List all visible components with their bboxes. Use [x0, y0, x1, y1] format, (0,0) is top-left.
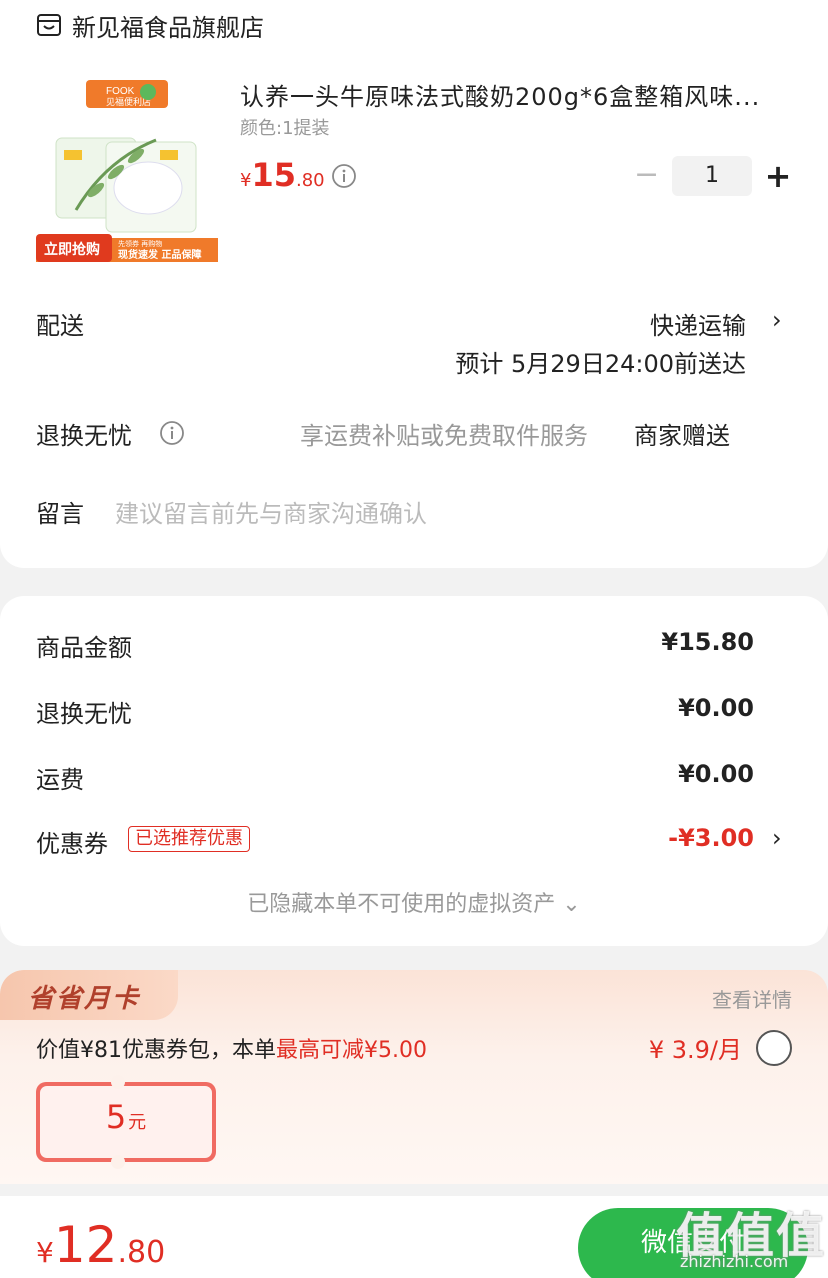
image-sub1: 先领券 再购物 [118, 239, 162, 248]
ticket-notch-bottom [111, 1155, 125, 1169]
ticket-unit: 元 [128, 1112, 147, 1133]
total-currency: ¥ [36, 1236, 54, 1269]
coupon-chevron-icon[interactable]: › [772, 824, 782, 852]
price-currency: ¥ [240, 170, 252, 191]
coupon-recommend-badge: 已选推荐优惠 [128, 826, 250, 852]
returns-info-icon[interactable] [159, 420, 185, 446]
image-cta: 立即抢购 [44, 241, 100, 258]
product-title[interactable]: 认养一头牛原味法式酸奶200g*6盒整箱风味... [240, 80, 800, 114]
delivery-method[interactable]: 快递运输 [650, 306, 746, 341]
image-sub2: 现货速发 正品保障 [118, 248, 201, 261]
note-label: 留言 [36, 500, 84, 528]
goods-amount-value: ¥15.80 [661, 628, 754, 656]
delivery-chevron-icon[interactable]: › [772, 306, 782, 334]
delivery-label: 配送 [36, 312, 84, 340]
total-price: ¥ 12 .80 [36, 1216, 165, 1274]
monthly-card-detail-link[interactable]: 查看详情 [712, 984, 792, 1013]
shop-name: 新见福食品旗舰店 [72, 13, 264, 42]
returns-label: 退换无忧 [36, 422, 132, 450]
product-thumbnail[interactable]: FOOK 见福便利店 立即抢购 先领券 再购物 现货速发 正品保障 [36, 80, 218, 262]
monthly-card-price: ¥ 3.9/月 [648, 1036, 742, 1064]
total-integer: 12 [53, 1216, 118, 1274]
store-icon [37, 14, 61, 36]
delivery-estimate: 预计 5月29日24:00前送达 [455, 350, 746, 378]
quantity-input[interactable]: 1 [672, 156, 752, 196]
hidden-assets-toggle[interactable]: 已隐藏本单不可使用的虚拟资产 ⌄ [0, 886, 828, 918]
monthly-card-title: 省省月卡 [28, 984, 141, 1014]
product-image: FOOK 见福便利店 立即抢购 先领券 再购物 现货速发 正品保障 [36, 80, 218, 262]
monthly-card-radio[interactable] [756, 1030, 792, 1066]
returns-tag: 商家赠送 [634, 422, 730, 450]
monthly-card-section: 省省月卡 查看详情 价值¥81优惠券包，本单最高可减¥5.00 ¥ 3.9/月 … [0, 970, 828, 1184]
product-variant[interactable]: 颜色:1提装 [240, 116, 330, 142]
quantity-decrease-button[interactable]: − [634, 160, 659, 190]
image-brand: FOOK [106, 86, 135, 97]
note-input[interactable]: 建议留言前先与商家沟通确认 [115, 494, 427, 529]
ticket-notch-top [111, 1075, 125, 1089]
monthly-card-description: 价值¥81优惠券包，本单最高可减¥5.00 [36, 1032, 427, 1064]
coupon-ticket-body: 5 元 [40, 1086, 212, 1158]
returns-fee-label: 退换无忧 [36, 700, 132, 728]
monthly-card-desc-prefix: 价值¥81优惠券包，本单 [36, 1038, 276, 1063]
goods-amount-label: 商品金额 [36, 634, 132, 662]
coupon-value[interactable]: -¥3.00 [668, 824, 754, 852]
coupon-ticket: 5 元 [36, 1082, 216, 1162]
shop-header[interactable]: 新见福食品旗舰店 [36, 8, 264, 42]
total-decimal: .80 [117, 1235, 166, 1270]
quantity-increase-button[interactable]: + [764, 158, 792, 194]
shipping-fee-value: ¥0.00 [678, 760, 754, 788]
returns-fee-value: ¥0.00 [678, 694, 754, 722]
product-price: ¥ 15 .80 [240, 156, 325, 194]
monthly-card-desc-highlight: 最高可减¥5.00 [276, 1038, 427, 1063]
price-decimal: .80 [295, 170, 325, 191]
returns-description: 享运费补贴或免费取件服务 [300, 422, 588, 450]
ticket-amount: 5 [105, 1098, 127, 1136]
coupon-label: 优惠券 [36, 830, 108, 858]
price-integer: 15 [251, 156, 296, 194]
shipping-fee-label: 运费 [36, 766, 84, 794]
price-info-icon[interactable] [331, 163, 357, 189]
watermark-url: zhizhizhi.com [680, 1252, 789, 1271]
